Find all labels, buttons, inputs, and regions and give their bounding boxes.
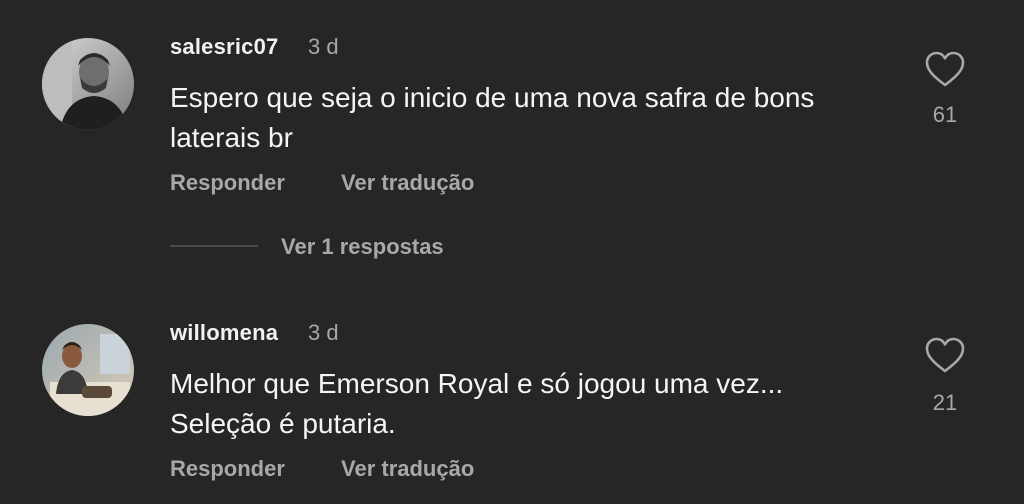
comment-text-line: Seleção é putaria.: [170, 408, 396, 439]
comment-username[interactable]: willomena: [170, 320, 278, 346]
like-heart-icon[interactable]: [924, 336, 966, 374]
avatar[interactable]: [42, 38, 134, 130]
comment-text: Espero que seja o inicio de uma nova saf…: [170, 78, 890, 158]
view-replies-button[interactable]: Ver 1 respostas: [281, 234, 444, 260]
user-avatar-photo-icon: [42, 38, 134, 130]
reply-button[interactable]: Responder: [170, 170, 285, 196]
comments-panel: salesric07 3 d Espero que seja o inicio …: [0, 0, 1024, 504]
avatar[interactable]: [42, 324, 134, 416]
reply-button[interactable]: Responder: [170, 456, 285, 482]
user-avatar-photo-icon: [42, 324, 134, 416]
comment-text-line: laterais br: [170, 122, 293, 153]
translate-button[interactable]: Ver tradução: [341, 170, 474, 196]
comment-username[interactable]: salesric07: [170, 34, 278, 60]
replies-divider: [170, 245, 258, 247]
like-count: 61: [932, 102, 958, 127]
like-heart-icon[interactable]: [924, 50, 966, 88]
comment-timestamp: 3 d: [308, 34, 339, 59]
like-count: 21: [932, 390, 958, 415]
comment-text-line: Melhor que Emerson Royal e só jogou uma …: [170, 368, 784, 399]
comment-text: Melhor que Emerson Royal e só jogou uma …: [170, 364, 890, 444]
comment-text-line: Espero que seja o inicio de uma nova saf…: [170, 82, 815, 113]
translate-button[interactable]: Ver tradução: [341, 456, 474, 482]
comment-timestamp: 3 d: [308, 320, 339, 345]
